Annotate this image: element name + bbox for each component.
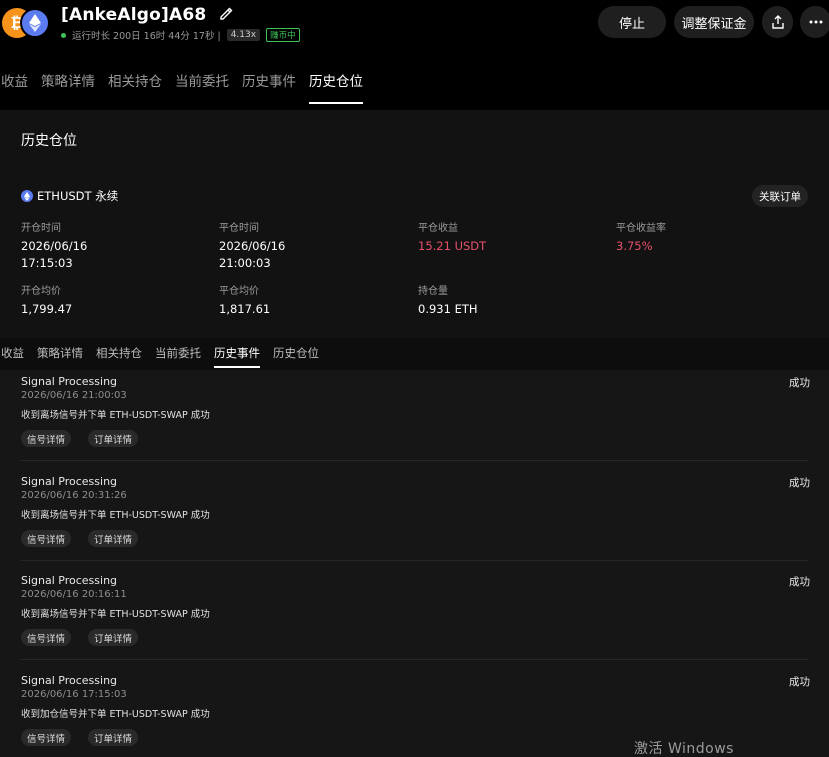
close-clock: 21:00:03 bbox=[219, 256, 271, 270]
event-status: 成功 bbox=[789, 477, 810, 489]
position-size-value: 0.931 ETH bbox=[418, 302, 478, 316]
position-size-cell: 持仓量 0.931 ETH bbox=[418, 285, 478, 318]
event-message: 收到加仓信号并下单 ETH-USDT-SWAP 成功 bbox=[21, 709, 210, 720]
leverage-badge: 4.13x bbox=[226, 29, 261, 41]
subtab-current-orders[interactable]: 当前委托 bbox=[155, 338, 201, 370]
tab-strategy-details[interactable]: 策略详情 bbox=[41, 70, 107, 104]
open-time-cell: 开仓时间 2026/06/16 17:15:03 bbox=[21, 222, 87, 272]
adjust-margin-button[interactable]: 调整保证金 bbox=[674, 6, 754, 38]
runtime-text: 运行时长 200日 16时 44分 17秒 | bbox=[72, 31, 221, 42]
close-pnl-rate-cell: 平仓收益率 3.75% bbox=[616, 222, 666, 255]
open-avg-label: 开仓均价 bbox=[21, 286, 61, 297]
more-button[interactable] bbox=[800, 6, 829, 38]
eth-coin-icon bbox=[20, 8, 50, 38]
event-status: 成功 bbox=[789, 377, 810, 389]
more-icon bbox=[809, 20, 822, 24]
subtab-related-positions[interactable]: 相关持仓 bbox=[96, 338, 142, 370]
signal-details-button[interactable]: 信号详情 bbox=[21, 729, 72, 746]
signal-details-button[interactable]: 信号详情 bbox=[21, 629, 72, 646]
edit-icon[interactable] bbox=[219, 5, 233, 25]
signal-details-button[interactable]: 信号详情 bbox=[21, 530, 72, 547]
event-title: Signal Processing bbox=[21, 674, 118, 687]
open-time-label: 开仓时间 bbox=[21, 223, 61, 234]
signal-details-button[interactable]: 信号详情 bbox=[21, 430, 72, 447]
subtab-history-positions[interactable]: 历史仓位 bbox=[273, 338, 319, 370]
close-pnl-rate-value: 3.75% bbox=[616, 239, 653, 253]
close-pnl-cell: 平仓收益 15.21 USDT bbox=[418, 222, 486, 255]
strategy-title: [AnkeAlgo]A68 bbox=[61, 5, 233, 25]
tab-earnings[interactable]: 收益 bbox=[1, 70, 40, 104]
subtab-strategy-details[interactable]: 策略详情 bbox=[37, 338, 83, 370]
close-avg-label: 平仓均价 bbox=[219, 286, 259, 297]
list-item: Signal Processing 成功 2026/06/16 21:00:03… bbox=[0, 373, 829, 472]
event-title: Signal Processing bbox=[21, 475, 118, 488]
share-icon bbox=[771, 15, 784, 29]
tab-current-orders[interactable]: 当前委托 bbox=[175, 70, 241, 104]
main-tabs: 收益 策略详情 相关持仓 当前委托 历史事件 历史仓位 bbox=[0, 70, 829, 104]
divider bbox=[21, 560, 808, 561]
position-size-label: 持仓量 bbox=[418, 286, 448, 297]
status-line: 运行时长 200日 16时 44分 17秒 | 4.13x 赚币中 bbox=[61, 28, 300, 42]
eth-icon bbox=[21, 190, 33, 202]
close-time-label: 平仓时间 bbox=[219, 223, 259, 234]
panel-title: 历史仓位 bbox=[21, 133, 77, 149]
secondary-tabs: 收益 策略详情 相关持仓 当前委托 历史事件 历史仓位 bbox=[0, 338, 829, 370]
open-date: 2026/06/16 bbox=[21, 239, 88, 253]
order-details-button[interactable]: 订单详情 bbox=[88, 530, 139, 547]
event-message: 收到离场信号并下单 ETH-USDT-SWAP 成功 bbox=[21, 609, 210, 620]
events-list: Signal Processing 成功 2026/06/16 21:00:03… bbox=[0, 370, 829, 757]
event-title: Signal Processing bbox=[21, 375, 118, 388]
event-time: 2026/06/16 20:16:11 bbox=[21, 589, 127, 600]
close-pnl-value: 15.21 USDT bbox=[418, 239, 487, 253]
share-button[interactable] bbox=[762, 6, 793, 38]
open-avg-cell: 开仓均价 1,799.47 bbox=[21, 285, 72, 318]
event-time: 2026/06/16 21:00:03 bbox=[21, 390, 127, 401]
order-details-button[interactable]: 订单详情 bbox=[88, 729, 139, 746]
related-orders-button[interactable]: 关联订单 bbox=[752, 185, 808, 207]
close-pnl-rate-label: 平仓收益率 bbox=[616, 223, 666, 234]
symbol-row: ETHUSDT 永续 bbox=[21, 188, 118, 204]
event-status: 成功 bbox=[789, 576, 810, 588]
order-details-button[interactable]: 订单详情 bbox=[88, 430, 139, 447]
close-pnl-label: 平仓收益 bbox=[418, 223, 458, 234]
tab-history-positions[interactable]: 历史仓位 bbox=[309, 70, 369, 104]
divider bbox=[21, 659, 808, 660]
windows-activation-watermark: 激活 Windows bbox=[634, 741, 734, 757]
subtab-earnings[interactable]: 收益 bbox=[1, 338, 24, 370]
event-status: 成功 bbox=[789, 676, 810, 688]
open-avg-value: 1,799.47 bbox=[21, 302, 73, 316]
tab-related-positions[interactable]: 相关持仓 bbox=[108, 70, 174, 104]
event-message: 收到离场信号并下单 ETH-USDT-SWAP 成功 bbox=[21, 510, 210, 521]
close-avg-value: 1,817.61 bbox=[219, 302, 271, 316]
close-date: 2026/06/16 bbox=[219, 239, 286, 253]
tab-history-events[interactable]: 历史事件 bbox=[242, 70, 308, 104]
subtab-history-events[interactable]: 历史事件 bbox=[214, 338, 260, 370]
close-time-cell: 平仓时间 2026/06/16 21:00:03 bbox=[219, 222, 285, 272]
event-title: Signal Processing bbox=[21, 574, 118, 587]
open-clock: 17:15:03 bbox=[21, 256, 73, 270]
close-avg-cell: 平仓均价 1,817.61 bbox=[219, 285, 270, 318]
running-dot-icon bbox=[61, 32, 66, 38]
list-item: Signal Processing 成功 2026/06/16 20:31:26… bbox=[0, 473, 829, 572]
stop-button[interactable]: 停止 bbox=[598, 6, 666, 38]
header: ₿ [AnkeAlgo]A68 运行时长 200日 16时 44分 17秒 | … bbox=[0, 0, 829, 66]
event-time: 2026/06/16 20:31:26 bbox=[21, 490, 127, 501]
list-item: Signal Processing 成功 2026/06/16 20:16:11… bbox=[0, 572, 829, 671]
order-details-button[interactable]: 订单详情 bbox=[88, 629, 139, 646]
event-message: 收到离场信号并下单 ETH-USDT-SWAP 成功 bbox=[21, 410, 210, 421]
event-time: 2026/06/16 17:15:03 bbox=[21, 689, 127, 700]
strategy-name: [AnkeAlgo]A68 bbox=[61, 5, 207, 25]
history-position-panel: 历史仓位 ETHUSDT 永续 关联订单 开仓时间 2026/06/16 17:… bbox=[0, 110, 829, 338]
divider bbox=[21, 460, 808, 461]
state-badge: 赚币中 bbox=[266, 28, 300, 42]
symbol-name: ETHUSDT 永续 bbox=[37, 189, 119, 203]
